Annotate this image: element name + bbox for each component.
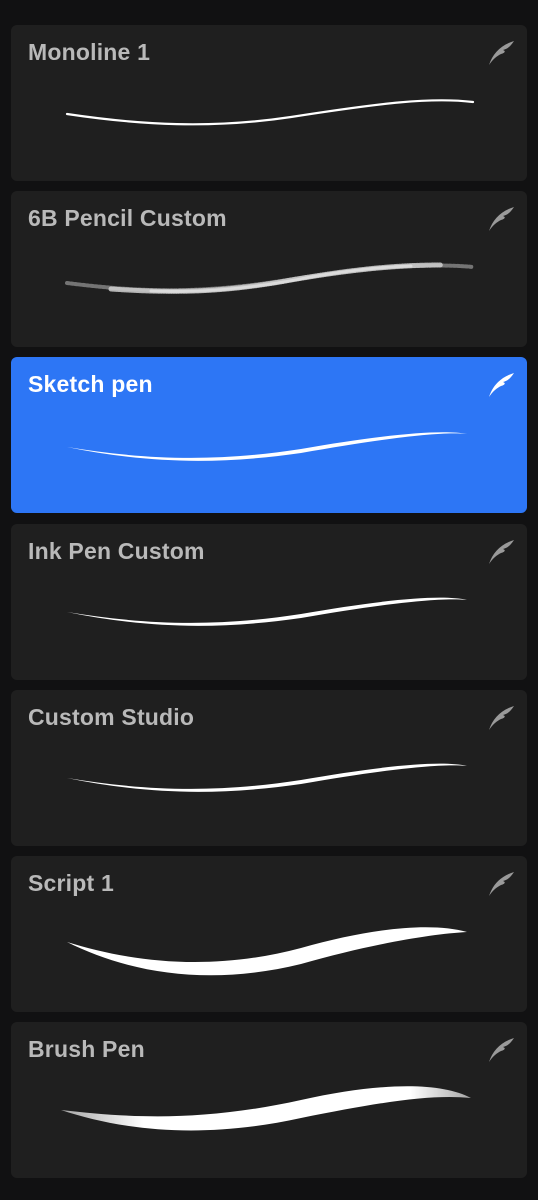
brush-stroke-preview <box>61 1086 471 1131</box>
brush-stroke-preview <box>67 432 467 461</box>
brush-name: Brush Pen <box>28 1036 145 1062</box>
brush-card-6b-pencil-custom[interactable]: 6B Pencil Custom <box>11 191 527 347</box>
brush-card-sketch-pen[interactable]: Sketch pen <box>11 357 527 513</box>
brush-stroke-preview <box>65 99 475 126</box>
brush-name: Sketch pen <box>28 371 153 397</box>
brush-library-list: Monoline 1 6B Pencil Custom Sketch pen I… <box>0 0 538 1200</box>
brush-name: Monoline 1 <box>28 39 151 65</box>
brush-stroke-preview <box>67 763 467 792</box>
brush-feather-icon <box>487 205 515 233</box>
brush-card-script-1[interactable]: Script 1 <box>11 856 527 1012</box>
brush-name: 6B Pencil Custom <box>28 205 227 231</box>
brush-stroke-preview <box>67 927 467 976</box>
brush-card-custom-studio[interactable]: Custom Studio <box>11 690 527 846</box>
brush-stroke-preview <box>67 597 467 626</box>
brush-feather-icon <box>487 1036 515 1064</box>
brush-feather-icon <box>487 371 515 399</box>
brush-card-ink-pen-custom[interactable]: Ink Pen Custom <box>11 524 527 680</box>
brush-stroke-preview <box>65 262 475 294</box>
brush-card-brush-pen[interactable]: Brush Pen <box>11 1022 527 1178</box>
brush-feather-icon <box>487 870 515 898</box>
brush-feather-icon <box>487 538 515 566</box>
brush-feather-icon <box>487 704 515 732</box>
brush-name: Script 1 <box>28 870 114 896</box>
brush-name: Custom Studio <box>28 704 195 730</box>
brush-feather-icon <box>487 39 515 67</box>
brush-card-monoline-1[interactable]: Monoline 1 <box>11 25 527 181</box>
brush-name: Ink Pen Custom <box>28 538 205 564</box>
